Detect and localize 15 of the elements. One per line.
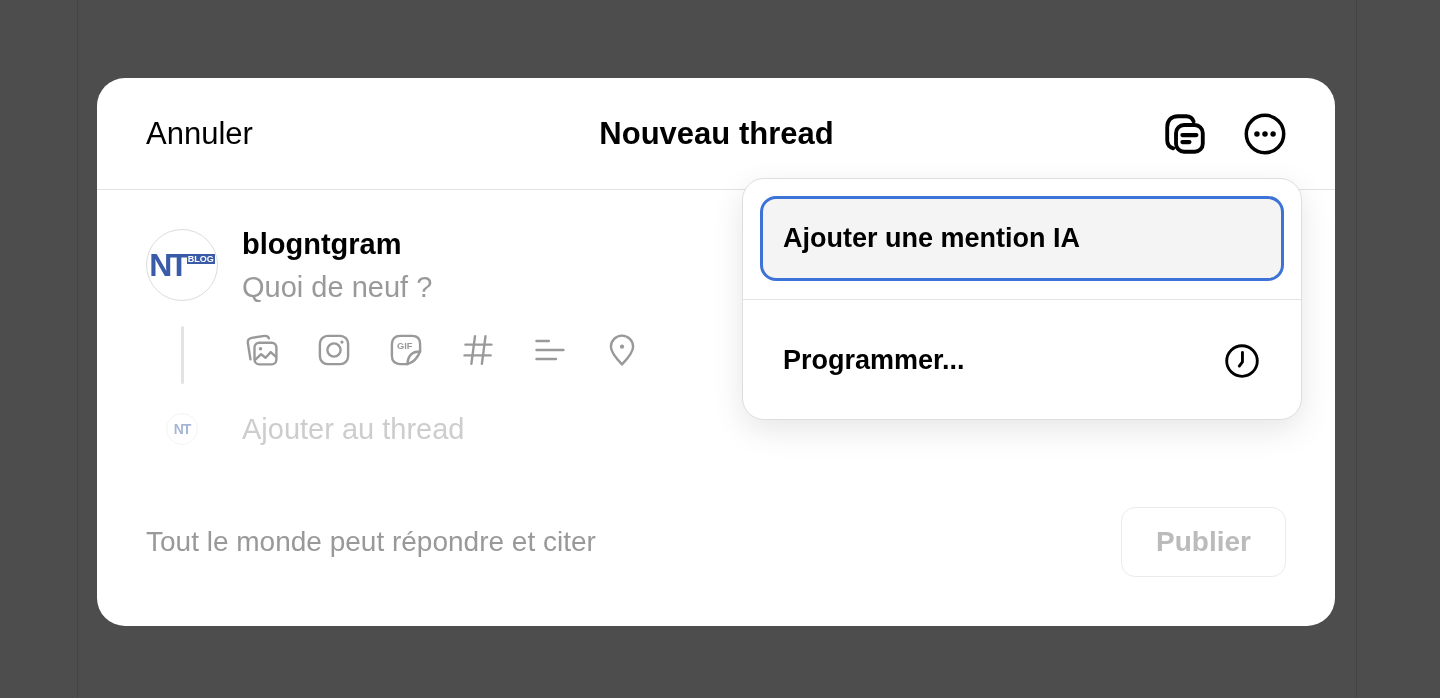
username: blogntgram <box>242 227 402 261</box>
post-text-field[interactable]: Quoi de neuf ? <box>242 270 702 304</box>
logo-text: NT <box>173 422 191 436</box>
cancel-button[interactable]: Annuler <box>146 113 253 154</box>
more-icon[interactable] <box>1243 111 1287 156</box>
dialog-title: Nouveau thread <box>599 114 834 153</box>
stacked-cards-icon[interactable] <box>1163 111 1207 156</box>
photo-gallery-icon[interactable] <box>244 332 280 368</box>
logo-text: NT <box>149 249 186 281</box>
clock-icon <box>1224 342 1260 379</box>
logo-badge: BLOG <box>186 253 215 264</box>
camera-icon[interactable] <box>316 332 352 368</box>
hashtag-icon[interactable] <box>460 332 496 368</box>
menu-item[interactable]: Ajouter une mention IA <box>760 196 1284 281</box>
menu-item[interactable]: Programmer... <box>760 318 1284 403</box>
